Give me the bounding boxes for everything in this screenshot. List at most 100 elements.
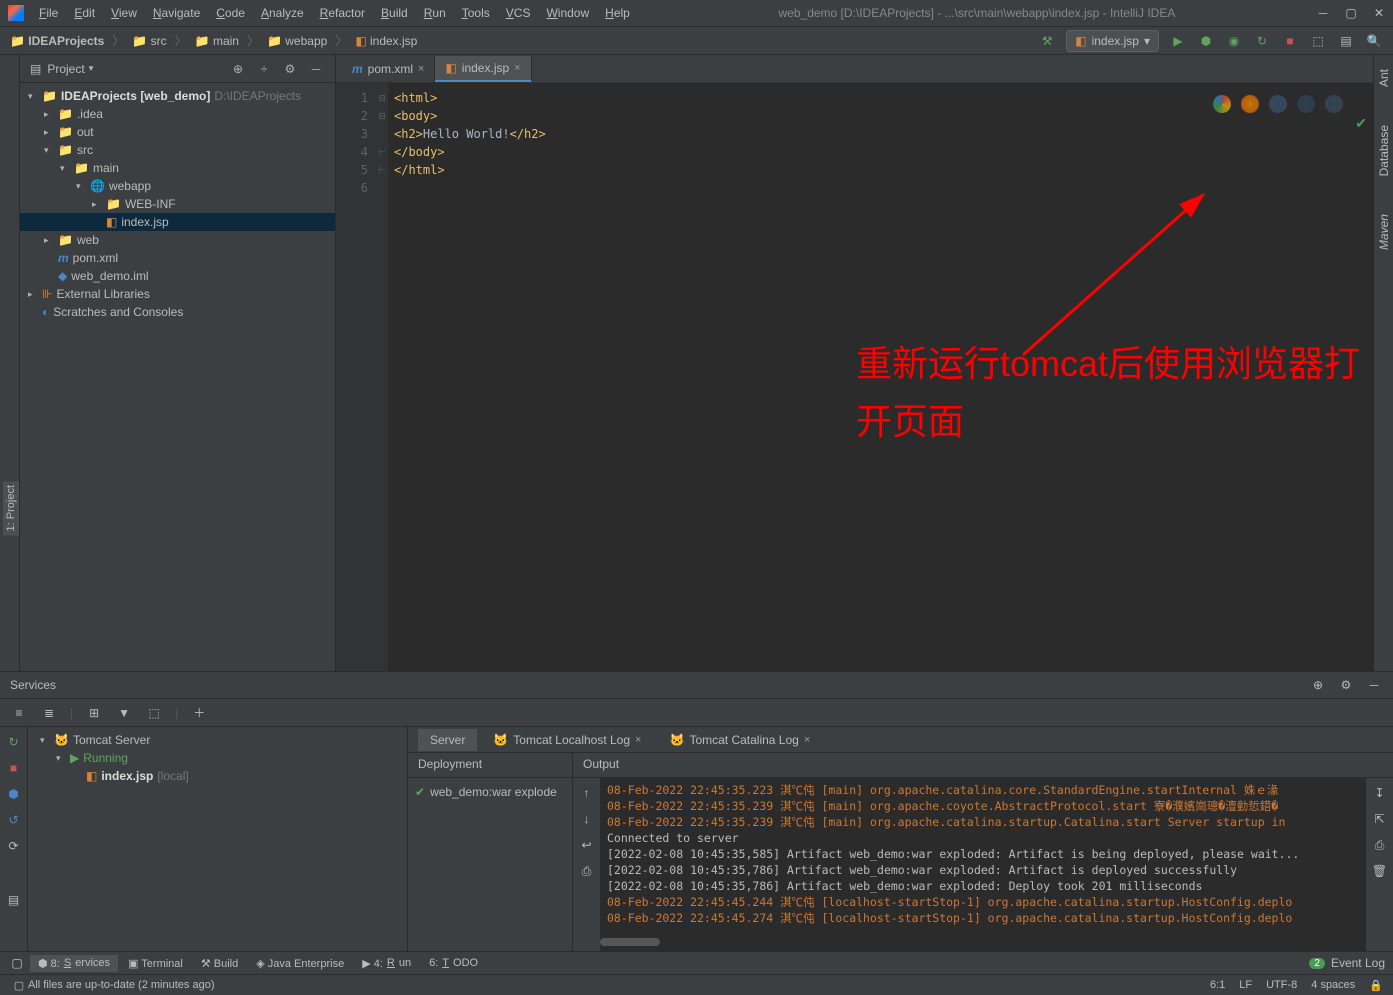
menu-navigate[interactable]: Navigate bbox=[146, 3, 207, 23]
svc-group-icon[interactable]: ⊞ bbox=[85, 704, 103, 722]
tab-index.jsp[interactable]: ◧ index.jsp × bbox=[435, 56, 531, 82]
crumb-src[interactable]: 📁 src bbox=[132, 34, 166, 48]
menu-build[interactable]: Build bbox=[374, 3, 415, 23]
firefox-icon[interactable] bbox=[1241, 95, 1259, 113]
out-wrap-icon[interactable]: ↩ bbox=[578, 836, 596, 854]
out-scroll-top-icon[interactable]: ⇱ bbox=[1371, 810, 1389, 828]
crumb-webapp[interactable]: 📁 webapp bbox=[267, 34, 327, 48]
menu-vcs[interactable]: VCS bbox=[499, 3, 538, 23]
menu-run[interactable]: Run bbox=[417, 3, 453, 23]
coverage-button[interactable]: ◉ bbox=[1225, 32, 1243, 50]
menu-tools[interactable]: Tools bbox=[455, 3, 497, 23]
expand-all-icon[interactable]: ÷ bbox=[255, 60, 273, 78]
structure-button[interactable]: ▤ bbox=[1337, 32, 1355, 50]
search-everywhere-button[interactable]: 🔍 bbox=[1365, 32, 1383, 50]
output-log[interactable]: 08-Feb-2022 22:45:35.223 淇℃伅 [main] org.… bbox=[601, 778, 1365, 951]
out-print2-icon[interactable]: ⎙ bbox=[1371, 836, 1389, 854]
hide-panel-icon[interactable]: ─ bbox=[307, 60, 325, 78]
svc-layout-icon[interactable]: ▤ bbox=[5, 891, 23, 909]
tool-maven-tab[interactable]: Maven bbox=[1375, 210, 1393, 254]
svc-filter-icon[interactable]: ▼ bbox=[115, 704, 133, 722]
svc-tab-tomcat-localhost-log[interactable]: 🐱 Tomcat Localhost Log × bbox=[481, 729, 653, 751]
tool-ant-tab[interactable]: Ant bbox=[1375, 65, 1393, 91]
minimize-button[interactable]: ─ bbox=[1317, 7, 1329, 19]
tree-item-web-inf[interactable]: ▸📁 WEB-INF bbox=[20, 195, 335, 213]
stop-button[interactable]: ■ bbox=[1281, 32, 1299, 50]
project-title[interactable]: Project ▾ bbox=[47, 62, 93, 76]
crumb-main[interactable]: 📁 main bbox=[195, 34, 239, 48]
svc-tab-tomcat-catalina-log[interactable]: 🐱 Tomcat Catalina Log × bbox=[657, 729, 822, 751]
tool-database-tab[interactable]: Database bbox=[1375, 121, 1393, 180]
tree-item-running[interactable]: ▾▶ Running bbox=[32, 749, 403, 767]
out-down-icon[interactable]: ↓ bbox=[578, 810, 596, 828]
menu-refactor[interactable]: Refactor bbox=[313, 3, 372, 23]
bottombar-java-enterprise[interactable]: ◈ Java Enterprise bbox=[248, 955, 352, 972]
svc-refresh-icon[interactable]: ↺ bbox=[5, 811, 23, 829]
status-UTF8[interactable]: UTF-8 bbox=[1266, 979, 1297, 992]
menu-help[interactable]: Help bbox=[598, 3, 637, 23]
deployment-item[interactable]: ✔ web_demo:war explode bbox=[412, 782, 568, 802]
status-61[interactable]: 6:1 bbox=[1210, 979, 1225, 992]
close-button[interactable]: ✕ bbox=[1373, 7, 1385, 19]
bottombar-8-services[interactable]: ⬢ 8: Services bbox=[30, 955, 118, 972]
tree-item--idea[interactable]: ▸📁 .idea bbox=[20, 105, 335, 123]
gear-icon[interactable]: ⚙ bbox=[281, 60, 299, 78]
status-4spaces[interactable]: 4 spaces bbox=[1311, 979, 1355, 992]
svc-reload-icon[interactable]: ⟳ bbox=[5, 837, 23, 855]
hammer-icon[interactable]: ⚒ bbox=[1038, 32, 1056, 50]
tree-item-web_demo-iml[interactable]: ◆ web_demo.iml bbox=[20, 267, 335, 285]
svc-debug-icon[interactable]: ⬢ bbox=[5, 785, 23, 803]
out-clear-icon[interactable]: 🗑 bbox=[1371, 862, 1389, 880]
tree-item-webapp[interactable]: ▾🌐 webapp bbox=[20, 177, 335, 195]
run-button[interactable]: ▶ bbox=[1169, 32, 1187, 50]
tab-close-icon[interactable]: × bbox=[514, 62, 520, 74]
bottombar-4-run[interactable]: ▶ 4: Run bbox=[354, 955, 419, 972]
out-print-icon[interactable]: ⎙ bbox=[578, 862, 596, 880]
status-[interactable]: 🔒 bbox=[1369, 979, 1383, 992]
out-scroll-end-icon[interactable]: ↧ bbox=[1371, 784, 1389, 802]
tree-item-ideaprojects-web_demo-[interactable]: ▾📁 IDEAProjects [web_demo] D:\IDEAProjec… bbox=[20, 87, 335, 105]
menu-code[interactable]: Code bbox=[209, 3, 252, 23]
menu-file[interactable]: File bbox=[32, 3, 65, 23]
status-menu-icon[interactable]: ▢ bbox=[10, 976, 28, 994]
safari-icon[interactable] bbox=[1269, 95, 1287, 113]
tree-item-src[interactable]: ▾📁 src bbox=[20, 141, 335, 159]
tab-close-icon[interactable]: × bbox=[418, 63, 424, 75]
bottombar-6-todo[interactable]: 6: TODO bbox=[421, 955, 486, 972]
tool-project-tab[interactable]: 1: Project bbox=[3, 481, 19, 535]
toolwindows-icon[interactable]: ▢ bbox=[8, 954, 26, 972]
services-hide-icon[interactable]: ─ bbox=[1365, 676, 1383, 694]
ie-icon[interactable] bbox=[1297, 95, 1315, 113]
event-log-button[interactable]: Event Log bbox=[1331, 956, 1385, 970]
services-gear-icon[interactable]: ⚙ bbox=[1337, 676, 1355, 694]
svc-expand-icon[interactable]: ≡ bbox=[10, 704, 28, 722]
tree-item-index-jsp[interactable]: ◧ index.jsp bbox=[20, 213, 335, 231]
tree-item-external-libraries[interactable]: ▸⊪ External Libraries bbox=[20, 285, 335, 303]
menu-analyze[interactable]: Analyze bbox=[254, 3, 311, 23]
tree-item-tomcat-server[interactable]: ▾🐱 Tomcat Server bbox=[32, 731, 403, 749]
update-button[interactable]: ⬚ bbox=[1309, 32, 1327, 50]
tree-item-main[interactable]: ▾📁 main bbox=[20, 159, 335, 177]
edge-icon[interactable] bbox=[1325, 95, 1343, 113]
breadcrumb[interactable]: 📁 IDEAProjects〉📁 src〉📁 main〉📁 webapp〉◧ i… bbox=[10, 32, 417, 49]
menu-edit[interactable]: Edit bbox=[67, 3, 102, 23]
out-up-icon[interactable]: ↑ bbox=[578, 784, 596, 802]
services-tree[interactable]: ▾🐱 Tomcat Server▾▶ Running◧ index.jsp [l… bbox=[28, 727, 408, 951]
menu-view[interactable]: View bbox=[104, 3, 144, 23]
chrome-icon[interactable] bbox=[1213, 95, 1231, 113]
run-config-selector[interactable]: ◧ index.jsp ▾ bbox=[1066, 30, 1159, 52]
tree-item-out[interactable]: ▸📁 out bbox=[20, 123, 335, 141]
tab-pom.xml[interactable]: m pom.xml × bbox=[342, 56, 435, 82]
select-opened-icon[interactable]: ⊕ bbox=[229, 60, 247, 78]
status-LF[interactable]: LF bbox=[1239, 979, 1252, 992]
browser-icons[interactable] bbox=[1213, 95, 1343, 113]
crumb-index.jsp[interactable]: ◧ index.jsp bbox=[355, 34, 417, 48]
services-plus-icon[interactable]: ⊕ bbox=[1309, 676, 1327, 694]
svc-collapse-icon[interactable]: ≣ bbox=[40, 704, 58, 722]
menu-window[interactable]: Window bbox=[539, 3, 596, 23]
svc-stop-icon[interactable]: ■ bbox=[5, 759, 23, 777]
crumb-IDEAProjects[interactable]: 📁 IDEAProjects bbox=[10, 34, 104, 48]
tree-item-scratches-and-consoles[interactable]: ◐ Scratches and Consoles bbox=[20, 303, 335, 321]
bottombar-build[interactable]: ⚒ Build bbox=[193, 955, 246, 972]
tree-item-pom-xml[interactable]: m pom.xml bbox=[20, 249, 335, 267]
